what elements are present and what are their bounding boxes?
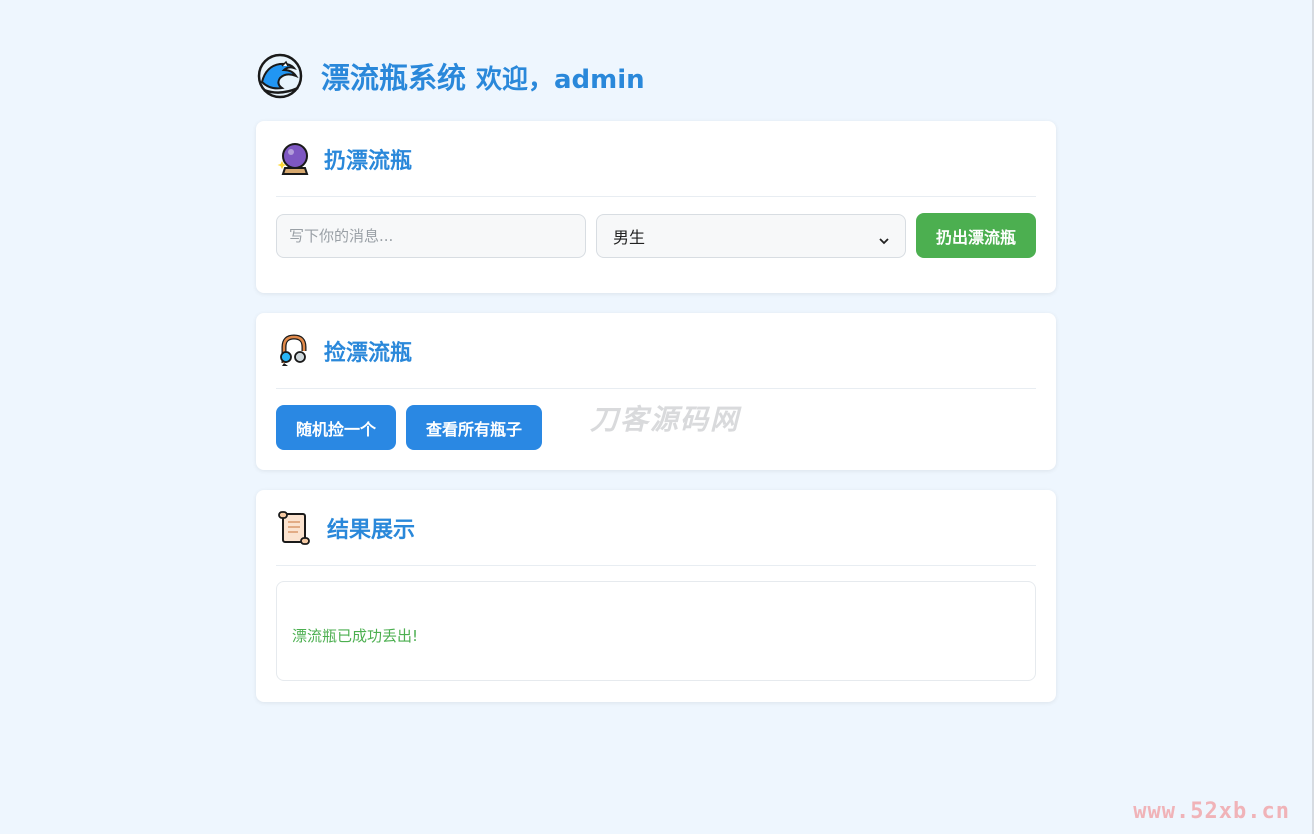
chevron-down-icon <box>879 231 889 244</box>
crystal-ball-icon <box>276 141 312 177</box>
throw-bottle-card: 扔漂流瓶 男生 扔出漂流瓶 <box>256 121 1056 293</box>
scroll-icon <box>276 510 312 546</box>
throw-form-row: 男生 扔出漂流瓶 <box>276 213 1036 258</box>
welcome-text: 欢迎，admin <box>476 65 645 95</box>
random-pick-button[interactable]: 随机捡一个 <box>276 405 396 450</box>
pick-bottle-card: 捡漂流瓶 随机捡一个 查看所有瓶子 刀客源码网 <box>256 313 1056 470</box>
gender-select[interactable]: 男生 <box>596 213 906 258</box>
page: 漂流瓶系统欢迎，admin 扔漂流瓶 男生 <box>0 0 1314 834</box>
throw-bottle-button[interactable]: 扔出漂流瓶 <box>916 213 1036 258</box>
view-all-bottles-button[interactable]: 查看所有瓶子 <box>406 405 542 450</box>
message-input[interactable] <box>276 213 586 258</box>
fishing-hook-icon <box>276 333 312 369</box>
page-header: 漂流瓶系统 欢迎，admin <box>256 52 1056 100</box>
throw-card-header: 扔漂流瓶 <box>276 121 1036 197</box>
result-card: 结果展示 漂流瓶已成功丢出! <box>256 490 1056 702</box>
result-card-title: 结果展示 <box>327 517 416 543</box>
result-message: 漂流瓶已成功丢出! <box>292 626 419 645</box>
pick-card-header: 捡漂流瓶 <box>276 313 1036 389</box>
result-card-header: 结果展示 <box>276 490 1036 566</box>
watermark-text: 刀客源码网 <box>590 402 741 436</box>
pick-card-title: 捡漂流瓶 <box>324 340 413 366</box>
main-container: 漂流瓶系统欢迎，admin 扔漂流瓶 男生 <box>256 52 1056 702</box>
page-title: 漂流瓶系统 欢迎，admin <box>321 54 645 104</box>
app-title: 漂流瓶系统 <box>321 61 467 95</box>
site-watermark: www.52xb.cn <box>1133 799 1290 824</box>
result-box: 漂流瓶已成功丢出! <box>276 581 1036 681</box>
throw-card-title: 扔漂流瓶 <box>324 148 413 174</box>
gender-selected-value: 男生 <box>613 227 646 247</box>
pick-button-row: 随机捡一个 查看所有瓶子 刀客源码网 <box>276 403 1036 450</box>
water-wave-icon <box>256 52 304 100</box>
